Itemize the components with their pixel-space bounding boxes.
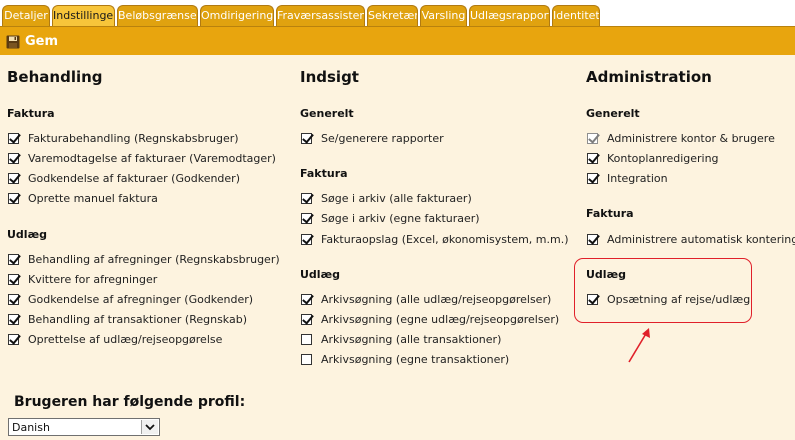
checkbox-fakturaopslag[interactable]: Fakturaopslag (Excel, økonomisystem, m.m… — [301, 232, 569, 246]
tab-varsling[interactable]: Varsling — [420, 5, 467, 26]
checkbox-box[interactable] — [301, 192, 312, 204]
checkbox-behandling-afregninger[interactable]: Behandling af afregninger (Regnskabsbrug… — [8, 252, 280, 266]
checkbox-administrere-kontor[interactable]: Administrere kontor & brugere — [587, 131, 775, 145]
section-title-indsigt-generelt: Generelt — [300, 107, 354, 120]
checkbox-label: Godkendelse af fakturaer (Godkender) — [28, 171, 240, 185]
checkbox-soege-arkiv-alle[interactable]: Søge i arkiv (alle fakturaer) — [301, 191, 472, 205]
checkbox-label: Kvittere for afregninger — [28, 272, 158, 286]
section-title-administration-faktura: Faktura — [586, 207, 634, 220]
checkbox-label: Fakturabehandling (Regnskabsbruger) — [28, 131, 239, 145]
checkbox-box[interactable] — [8, 132, 19, 144]
checkbox-label: Arkivsøgning (alle udlæg/rejseopgørelser… — [321, 292, 552, 306]
checkbox-box[interactable] — [587, 233, 598, 245]
profile-select[interactable]: Danish — [8, 418, 160, 436]
checkbox-arkivsoegning-egne-transaktioner[interactable]: Arkivsøgning (egne transaktioner) — [301, 352, 509, 366]
section-title-indsigt-udlaeg: Udlæg — [300, 268, 340, 281]
checkbox-label: Oprette manuel faktura — [28, 191, 158, 205]
tab-udlaegsrapport[interactable]: Udlægsrapport — [469, 5, 550, 26]
checkbox-administrere-automatisk-kontering[interactable]: Administrere automatisk kontering — [587, 232, 795, 246]
checkbox-label: Kontoplanredigering — [607, 151, 719, 165]
tab-bar: Detaljer Indstillinger Beløbsgrænser Omd… — [0, 0, 795, 26]
profile-label: Brugeren har følgende profil: — [14, 394, 246, 410]
checkbox-godkendelse-afregninger[interactable]: Godkendelse af afregninger (Godkender) — [8, 292, 253, 306]
checkbox-label: Se/generere rapporter — [321, 131, 444, 145]
section-title-indsigt-faktura: Faktura — [300, 167, 348, 180]
checkbox-behandling-transaktioner[interactable]: Behandling af transaktioner (Regnskab) — [8, 312, 247, 326]
section-title-administration-generelt: Generelt — [586, 107, 640, 120]
settings-panel — [0, 55, 795, 440]
checkbox-box[interactable] — [301, 353, 312, 365]
section-title-behandling-faktura: Faktura — [7, 107, 55, 120]
checkbox-box[interactable] — [8, 313, 19, 325]
tab-beloebsgraenser[interactable]: Beløbsgrænser — [117, 5, 198, 26]
checkbox-box[interactable] — [8, 192, 19, 204]
checkbox-arkivsoegning-alle-udlaeg[interactable]: Arkivsøgning (alle udlæg/rejseopgørelser… — [301, 292, 551, 306]
checkbox-box[interactable] — [8, 333, 19, 345]
checkbox-box[interactable] — [8, 273, 19, 285]
tab-identitet[interactable]: Identitet — [552, 5, 600, 26]
checkbox-box[interactable] — [301, 132, 312, 144]
tab-indstillinger[interactable]: Indstillinger — [52, 5, 115, 26]
checkbox-label: Behandling af afregninger (Regnskabsbrug… — [28, 252, 280, 266]
checkbox-integration[interactable]: Integration — [587, 171, 668, 185]
tab-detaljer[interactable]: Detaljer — [2, 5, 50, 26]
arrow-icon — [628, 328, 650, 363]
checkbox-kvittere-afregninger[interactable]: Kvittere for afregninger — [8, 272, 157, 286]
floppy-disk-icon — [6, 34, 20, 49]
checkbox-label: Oprettelse af udlæg/rejseopgørelse — [28, 332, 223, 346]
checkbox-label: Administrere kontor & brugere — [607, 131, 775, 145]
checkbox-box[interactable] — [8, 253, 19, 265]
checkbox-label: Arkivsøgning (egne udlæg/rejseopgørelser… — [321, 312, 560, 326]
checkbox-godkendelse-fakturaer[interactable]: Godkendelse af fakturaer (Godkender) — [8, 171, 240, 185]
checkbox-box[interactable] — [301, 293, 312, 305]
checkbox-oprettelse-udlaeg[interactable]: Oprettelse af udlæg/rejseopgørelse — [8, 332, 222, 346]
checkbox-box[interactable] — [8, 152, 19, 164]
save-label: Gem — [25, 33, 59, 49]
checkbox-label: Godkendelse af afregninger (Godkender) — [28, 292, 254, 306]
checkbox-box[interactable] — [301, 313, 312, 325]
checkbox-kontoplanredigering[interactable]: Kontoplanredigering — [587, 151, 719, 165]
checkbox-box[interactable] — [587, 172, 598, 184]
checkbox-arkivsoegning-egne-udlaeg[interactable]: Arkivsøgning (egne udlæg/rejseopgørelser… — [301, 312, 559, 326]
checkbox-label: Arkivsøgning (alle transaktioner) — [321, 332, 502, 346]
checkbox-soege-arkiv-egne[interactable]: Søge i arkiv (egne fakturaer) — [301, 211, 480, 225]
checkbox-box[interactable] — [8, 172, 19, 184]
highlight-box — [574, 258, 752, 323]
tab-omdirigering[interactable]: Omdirigering — [200, 5, 274, 26]
checkbox-box[interactable] — [301, 333, 312, 345]
tab-fravaersassistent[interactable]: Fraværsassistent — [276, 5, 365, 26]
column-title-indsigt: Indsigt — [300, 68, 359, 86]
checkbox-se-generere-rapporter[interactable]: Se/generere rapporter — [301, 131, 444, 145]
checkbox-box[interactable] — [587, 132, 598, 144]
toolbar: Gem — [0, 26, 795, 55]
checkbox-varemodtagelse[interactable]: Varemodtagelse af fakturaer (Varemodtage… — [8, 151, 276, 165]
checkbox-label: Integration — [607, 171, 668, 185]
checkbox-box[interactable] — [301, 233, 312, 245]
checkbox-box[interactable] — [8, 293, 19, 305]
checkbox-label: Varemodtagelse af fakturaer (Varemodtage… — [28, 151, 276, 165]
column-title-administration: Administration — [586, 68, 712, 86]
section-title-behandling-udlaeg: Udlæg — [7, 228, 47, 241]
checkbox-fakturabehandling[interactable]: Fakturabehandling (Regnskabsbruger) — [8, 131, 239, 145]
checkbox-label: Behandling af transaktioner (Regnskab) — [28, 312, 247, 326]
checkbox-label: Arkivsøgning (egne transaktioner) — [321, 352, 510, 366]
tab-sekretaer[interactable]: Sekretær — [367, 5, 418, 26]
checkbox-oprette-manuel-faktura[interactable]: Oprette manuel faktura — [8, 191, 158, 205]
checkbox-label: Søge i arkiv (alle fakturaer) — [321, 191, 472, 205]
checkbox-label: Søge i arkiv (egne fakturaer) — [321, 211, 480, 225]
checkbox-box[interactable] — [301, 212, 312, 224]
column-title-behandling: Behandling — [7, 68, 103, 86]
checkbox-arkivsoegning-alle-transaktioner[interactable]: Arkivsøgning (alle transaktioner) — [301, 332, 501, 346]
checkbox-label: Administrere automatisk kontering — [607, 232, 795, 246]
profile-select-value: Danish — [12, 421, 50, 434]
save-button[interactable]: Gem — [6, 32, 58, 50]
checkbox-box[interactable] — [587, 152, 598, 164]
chevron-down-icon[interactable] — [141, 420, 158, 434]
checkbox-label: Fakturaopslag (Excel, økonomisystem, m.m… — [321, 232, 569, 246]
